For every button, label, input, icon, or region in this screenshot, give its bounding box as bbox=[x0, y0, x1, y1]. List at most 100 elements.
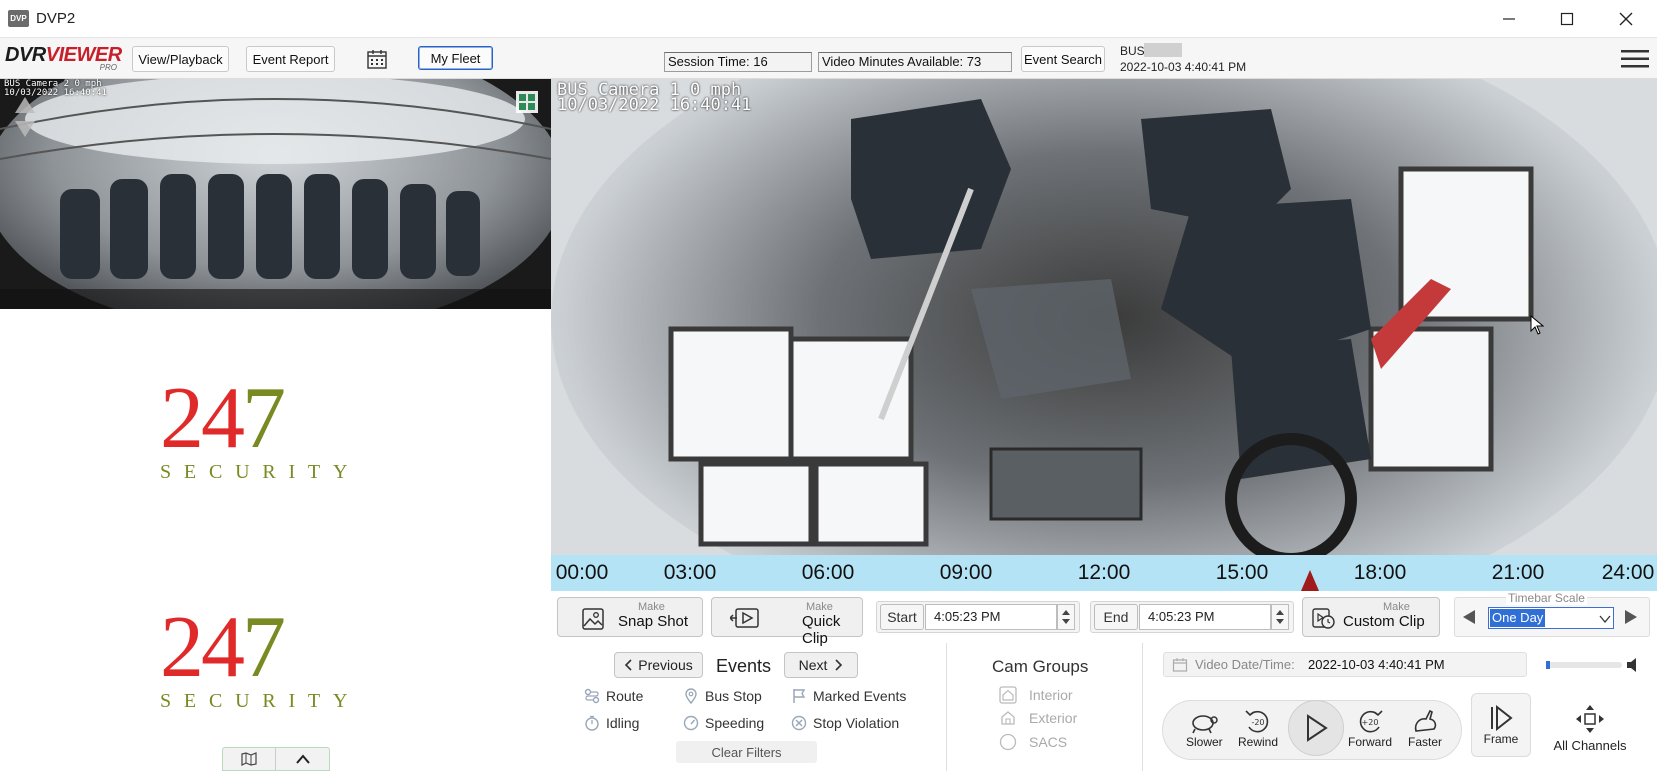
timeline-bar[interactable]: 00:00 03:00 06:00 09:00 12:00 15:00 18:0… bbox=[551, 555, 1657, 591]
cam-group-sacs[interactable]: SACS bbox=[999, 733, 1067, 751]
minimize-button[interactable] bbox=[1480, 0, 1538, 38]
chevron-up-icon bbox=[295, 754, 310, 764]
end-time-input[interactable]: 4:05:23 PM bbox=[1139, 604, 1271, 630]
timeline-tick: 21:00 bbox=[1491, 561, 1545, 584]
maximize-icon bbox=[1560, 12, 1574, 26]
hamburger-icon bbox=[1621, 50, 1649, 68]
rewind-label: Rewind bbox=[1238, 735, 1279, 749]
map-pin-icon bbox=[685, 688, 697, 704]
map-toggle-button[interactable] bbox=[223, 748, 277, 770]
logo-digit-4: 4 bbox=[201, 370, 245, 467]
flag-icon bbox=[793, 689, 806, 703]
sacs-label: SACS bbox=[1029, 734, 1068, 750]
end-label: End bbox=[1094, 604, 1138, 630]
house-icon bbox=[999, 686, 1017, 704]
camera-1-feed[interactable]: BUS Camera 1 0 mph 10/03/2022 16:40:41 bbox=[551, 79, 1657, 555]
timebar-scale-label: Timebar Scale bbox=[1506, 591, 1587, 605]
my-fleet-button[interactable]: My Fleet bbox=[418, 46, 493, 70]
event-search-button[interactable]: Event Search bbox=[1021, 46, 1105, 72]
route-icon bbox=[584, 688, 600, 704]
timeline-tick: 09:00 bbox=[939, 561, 993, 584]
event-filter-bus-stop[interactable]: Bus Stop bbox=[683, 688, 762, 704]
snap-shot-make-label: Make bbox=[638, 601, 665, 613]
turtle-icon bbox=[1192, 715, 1219, 734]
video-minutes-field: Video Minutes Available: 73 bbox=[818, 52, 1012, 72]
next-event-button[interactable]: Next bbox=[784, 652, 858, 678]
event-filter-speeding[interactable]: Speeding bbox=[683, 715, 764, 731]
clear-filters-button[interactable]: Clear Filters bbox=[676, 741, 817, 763]
grid-layout-button[interactable] bbox=[516, 91, 538, 113]
custom-clip-button[interactable]: Make Custom Clip bbox=[1302, 597, 1440, 637]
chevron-left-icon bbox=[625, 659, 632, 671]
rabbit-icon bbox=[1414, 709, 1437, 732]
quick-clip-button[interactable]: Make Quick Clip bbox=[711, 597, 863, 647]
snap-shot-button[interactable]: Make Snap Shot bbox=[557, 597, 703, 637]
window-title: DVP2 bbox=[36, 10, 76, 27]
frame-button[interactable]: Frame bbox=[1471, 693, 1531, 757]
rewind-button[interactable]: -20 Rewind bbox=[1238, 707, 1278, 749]
brand-dvr: DVR bbox=[5, 44, 46, 66]
logo-digit-7: 7 bbox=[242, 599, 286, 696]
expand-panel-button[interactable] bbox=[276, 748, 329, 770]
end-time-spinner[interactable] bbox=[1271, 604, 1289, 630]
event-filter-idling[interactable]: Idling bbox=[584, 715, 639, 731]
quick-clip-label: Quick Clip bbox=[802, 613, 841, 647]
map-panel-tab bbox=[222, 747, 330, 771]
faster-button[interactable]: Faster bbox=[1408, 707, 1442, 749]
calendar-button[interactable] bbox=[365, 48, 389, 70]
session-time-field: Session Time: 16 bbox=[664, 52, 812, 72]
close-button[interactable] bbox=[1597, 0, 1655, 38]
volume-track bbox=[1546, 662, 1622, 668]
slower-button[interactable]: Slower bbox=[1186, 707, 1223, 749]
custom-clip-make-label: Make bbox=[1383, 601, 1410, 613]
stop-violation-label: Stop Violation bbox=[813, 715, 900, 731]
grid-icon bbox=[516, 91, 538, 113]
image-icon bbox=[582, 608, 604, 630]
dvr-viewer-logo: DVRVIEWER PRO bbox=[5, 44, 122, 76]
chevron-down-icon bbox=[1599, 615, 1611, 624]
volume-slider[interactable] bbox=[1546, 660, 1622, 670]
speaker-icon bbox=[1627, 658, 1636, 672]
event-filter-marked-events[interactable]: Marked Events bbox=[791, 688, 906, 704]
start-time-spinner[interactable] bbox=[1057, 604, 1075, 630]
play-button[interactable] bbox=[1288, 700, 1344, 756]
faster-label: Faster bbox=[1408, 735, 1443, 749]
frame-step-icon bbox=[1491, 704, 1513, 732]
event-filter-route[interactable]: Route bbox=[584, 688, 643, 704]
all-channels-button[interactable]: All Channels bbox=[1548, 700, 1632, 756]
triangle-left-icon bbox=[1463, 610, 1475, 624]
spinner-arrows-icon bbox=[1276, 610, 1284, 624]
previous-event-button[interactable]: Previous bbox=[614, 652, 703, 678]
timebar-scale-next[interactable] bbox=[1621, 609, 1639, 628]
start-time-input[interactable]: 4:05:23 PM bbox=[925, 604, 1057, 630]
video-datetime-value: 2022-10-03 4:40:41 PM bbox=[1308, 657, 1445, 672]
logo-word: SECURITY bbox=[160, 690, 361, 712]
timeline-tick: 00:00 bbox=[555, 561, 609, 584]
mute-button[interactable] bbox=[1626, 657, 1640, 676]
view-playback-button[interactable]: View/Playback bbox=[132, 46, 229, 72]
timeline-playhead[interactable] bbox=[1300, 570, 1319, 591]
event-filter-stop-violation[interactable]: Stop Violation bbox=[791, 715, 899, 731]
previous-label: Previous bbox=[638, 657, 693, 673]
timebar-scale-select[interactable]: One Day bbox=[1488, 607, 1614, 629]
cam-group-exterior[interactable]: Exterior bbox=[999, 709, 1077, 727]
event-report-button[interactable]: Event Report bbox=[246, 46, 335, 72]
menu-button[interactable] bbox=[1620, 48, 1650, 70]
rewind-20-icon: -20 bbox=[1245, 710, 1269, 733]
camera-2-feed[interactable]: BUS Camera 2 0 mph 10/03/2022 16:40:41 bbox=[0, 79, 551, 309]
next-label: Next bbox=[798, 657, 828, 673]
scroll-arrows[interactable] bbox=[14, 95, 36, 139]
cursor-icon bbox=[1530, 314, 1545, 335]
close-icon bbox=[1619, 12, 1633, 26]
cam-groups-title: Cam Groups bbox=[992, 657, 1089, 676]
camera-1-osd-line2: 10/03/2022 16:40:41 bbox=[557, 95, 752, 115]
forward-button[interactable]: +20 Forward bbox=[1348, 707, 1392, 749]
maximize-button[interactable] bbox=[1538, 0, 1596, 38]
timeline-tick: 03:00 bbox=[663, 561, 717, 584]
video-datetime-field: Video Date/Time: 2022-10-03 4:40:41 PM bbox=[1163, 652, 1527, 677]
video-datetime-label: Video Date/Time: bbox=[1195, 657, 1295, 672]
speedometer-icon bbox=[683, 715, 699, 731]
timebar-scale-prev[interactable] bbox=[1461, 609, 1479, 628]
cam-group-interior[interactable]: Interior bbox=[999, 686, 1073, 704]
events-title: Events bbox=[716, 656, 772, 676]
